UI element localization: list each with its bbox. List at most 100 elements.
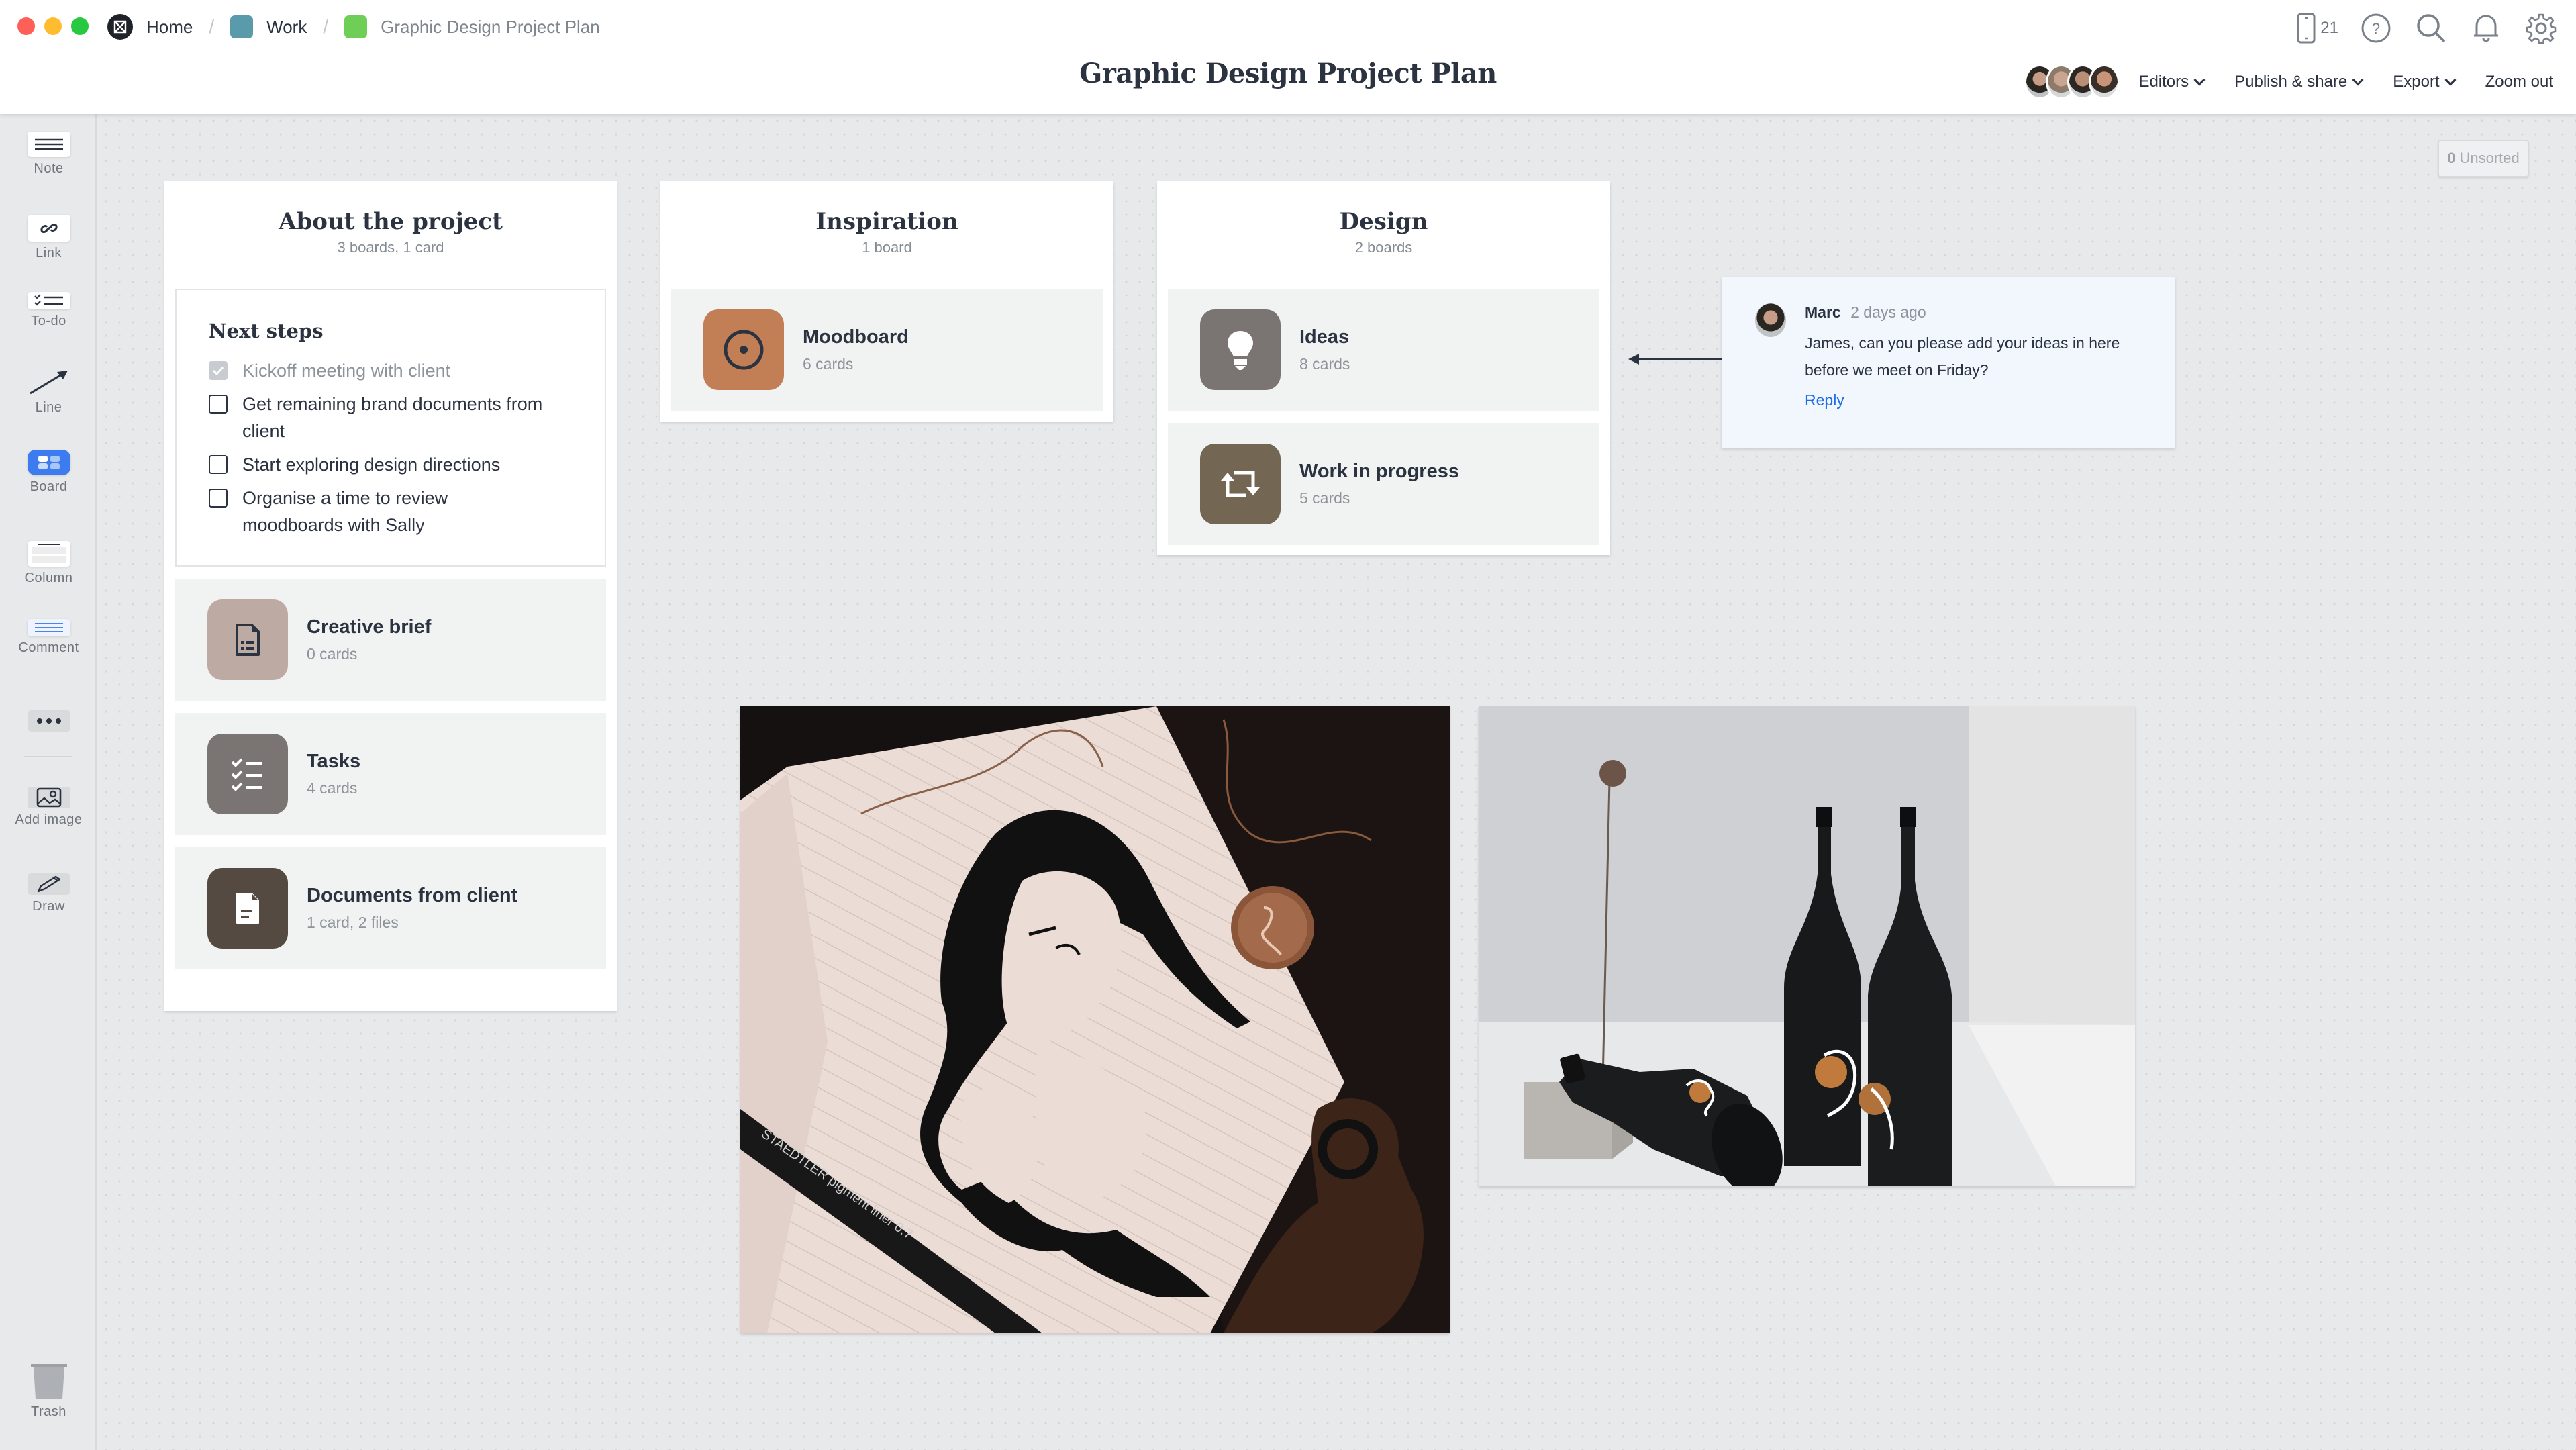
todo-item[interactable]: Start exploring design directions <box>209 451 571 478</box>
editor-avatars[interactable] <box>2024 64 2120 99</box>
breadcrumb-current-board[interactable]: Graphic Design Project Plan <box>344 15 600 38</box>
minimize-window-button[interactable] <box>44 17 62 35</box>
comment-body: James, can you please add your ideas in … <box>1805 334 2120 379</box>
board-card-moodboard[interactable]: Moodboard 6 cards <box>671 289 1103 411</box>
board-count: 4 cards <box>307 779 358 797</box>
column-header: About the project 3 boards, 1 card <box>164 181 617 289</box>
board-name: Work in progress <box>1299 461 1459 482</box>
board-card-work-in-progress[interactable]: Work in progress 5 cards <box>1168 423 1599 545</box>
board-name: Tasks <box>307 751 361 772</box>
more-tools-button[interactable] <box>0 710 97 732</box>
comment-card[interactable]: Marc 2 days ago James, can you please ad… <box>1722 277 2175 448</box>
settings-button[interactable] <box>2524 11 2559 46</box>
trash-icon <box>30 1364 67 1399</box>
search-button[interactable] <box>2414 11 2448 46</box>
board-icon <box>27 450 70 475</box>
chevron-down-icon <box>2444 74 2457 86</box>
checkbox[interactable] <box>209 395 228 414</box>
maximize-window-button[interactable] <box>71 17 89 35</box>
todo-list-card[interactable]: Next steps Kickoff meeting with client G… <box>175 289 606 567</box>
search-icon <box>2417 14 2446 43</box>
editors-dropdown[interactable]: Editors <box>2138 72 2206 91</box>
reply-link[interactable]: Reply <box>1805 391 1844 409</box>
todo-item[interactable]: Get remaining brand documents from clien… <box>209 391 571 444</box>
publish-share-dropdown[interactable]: Publish & share <box>2234 72 2364 91</box>
column-title[interactable]: About the project <box>164 208 617 235</box>
column-subtitle: 2 boards <box>1354 239 1413 256</box>
close-window-button[interactable] <box>17 17 35 35</box>
board-card-ideas[interactable]: Ideas 8 cards <box>1168 289 1599 411</box>
avatar <box>2089 64 2120 99</box>
column-inspiration[interactable]: Inspiration 1 board Moodboard 6 cards <box>660 181 1113 422</box>
chevron-down-icon <box>2352 74 2364 86</box>
board-count: 8 cards <box>1299 355 1350 373</box>
board-card-creative-brief[interactable]: Creative brief 0 cards <box>175 579 606 701</box>
mobile-devices-button[interactable]: 21 <box>2296 13 2338 44</box>
tool-add-image[interactable]: Add image <box>0 787 97 828</box>
tool-column[interactable]: Column <box>0 541 97 586</box>
column-title[interactable]: Inspiration <box>660 208 1113 235</box>
export-dropdown[interactable]: Export <box>2393 72 2457 91</box>
image-card-sketchbook[interactable]: STAEDTLER pigment liner 0.7 <box>740 706 1450 1333</box>
board-card-tasks[interactable]: Tasks 4 cards <box>175 713 606 835</box>
connector-arrow[interactable] <box>1628 354 1722 365</box>
comment-timestamp: 2 days ago <box>1850 303 1926 321</box>
avatar <box>1755 303 1786 337</box>
tool-link[interactable]: Link <box>0 215 97 261</box>
app-header: Home / Work / Graphic Design Project Pla… <box>0 0 2576 114</box>
svg-text:?: ? <box>2372 20 2380 37</box>
tool-note[interactable]: Note <box>0 132 97 177</box>
todo-item[interactable]: Organise a time to review moodboards wit… <box>209 485 571 538</box>
note-icon <box>27 132 70 157</box>
gear-icon <box>2526 13 2557 44</box>
checkbox[interactable] <box>209 455 228 474</box>
todo-item[interactable]: Kickoff meeting with client <box>209 357 571 384</box>
link-icon <box>27 215 70 242</box>
breadcrumb-separator: / <box>209 16 215 37</box>
line-arrow-icon <box>29 371 68 395</box>
board-name: Documents from client <box>307 885 518 906</box>
comment-author: Marc <box>1805 303 1841 321</box>
image-card-wine-bottles[interactable] <box>1479 706 2135 1186</box>
pencil-icon <box>27 873 70 895</box>
more-dots-icon <box>27 710 70 732</box>
help-icon: ? <box>2361 13 2391 43</box>
board-card-documents-from-client[interactable]: Documents from client 1 card, 2 files <box>175 847 606 969</box>
wine-bottles-photo-image <box>1479 706 2135 1186</box>
checkbox-checked[interactable] <box>209 361 228 380</box>
todo-title: Next steps <box>209 320 324 342</box>
column-subtitle: 3 boards, 1 card <box>337 239 444 256</box>
notifications-button[interactable] <box>2469 11 2504 46</box>
column-about-the-project[interactable]: About the project 3 boards, 1 card Next … <box>164 181 617 1011</box>
breadcrumb-work[interactable]: Work <box>230 15 307 38</box>
mobile-device-icon <box>2297 13 2316 44</box>
board-toolbar: Editors Publish & share Export Zoom out <box>2024 64 2553 99</box>
column-icon <box>27 541 70 567</box>
image-icon <box>27 787 70 808</box>
column-subtitle: 1 board <box>862 239 912 256</box>
tool-comment[interactable]: Comment <box>0 619 97 656</box>
comment-icon <box>27 619 70 636</box>
chevron-down-icon <box>2193 74 2206 86</box>
tool-board[interactable]: Board <box>0 450 97 495</box>
sketchbook-illustration-image: STAEDTLER pigment liner 0.7 <box>740 706 1450 1333</box>
tool-draw[interactable]: Draw <box>0 873 97 914</box>
tools-sidebar: Note Link To-do Line Board Column Commen… <box>0 114 97 1450</box>
breadcrumb: Home / Work / Graphic Design Project Pla… <box>107 13 600 40</box>
help-button[interactable]: ? <box>2359 11 2393 46</box>
board-name: Creative brief <box>307 616 432 638</box>
checkbox[interactable] <box>209 489 228 508</box>
unsorted-button[interactable]: 0 Unsorted <box>2438 140 2529 177</box>
column-design[interactable]: Design 2 boards Ideas 8 cards Work in pr… <box>1157 181 1610 555</box>
tool-todo[interactable]: To-do <box>0 292 97 329</box>
tool-line[interactable]: Line <box>0 369 97 416</box>
window-controls <box>17 17 89 35</box>
board-square-icon <box>344 15 368 38</box>
breadcrumb-home[interactable]: Home <box>107 14 193 40</box>
checkmark-icon <box>212 366 224 375</box>
milanote-logo-icon <box>107 14 133 40</box>
trash-button[interactable]: Trash <box>0 1363 97 1420</box>
board-count: 0 cards <box>307 645 358 663</box>
zoom-out-button[interactable]: Zoom out <box>2485 72 2553 91</box>
column-title[interactable]: Design <box>1157 208 1610 235</box>
